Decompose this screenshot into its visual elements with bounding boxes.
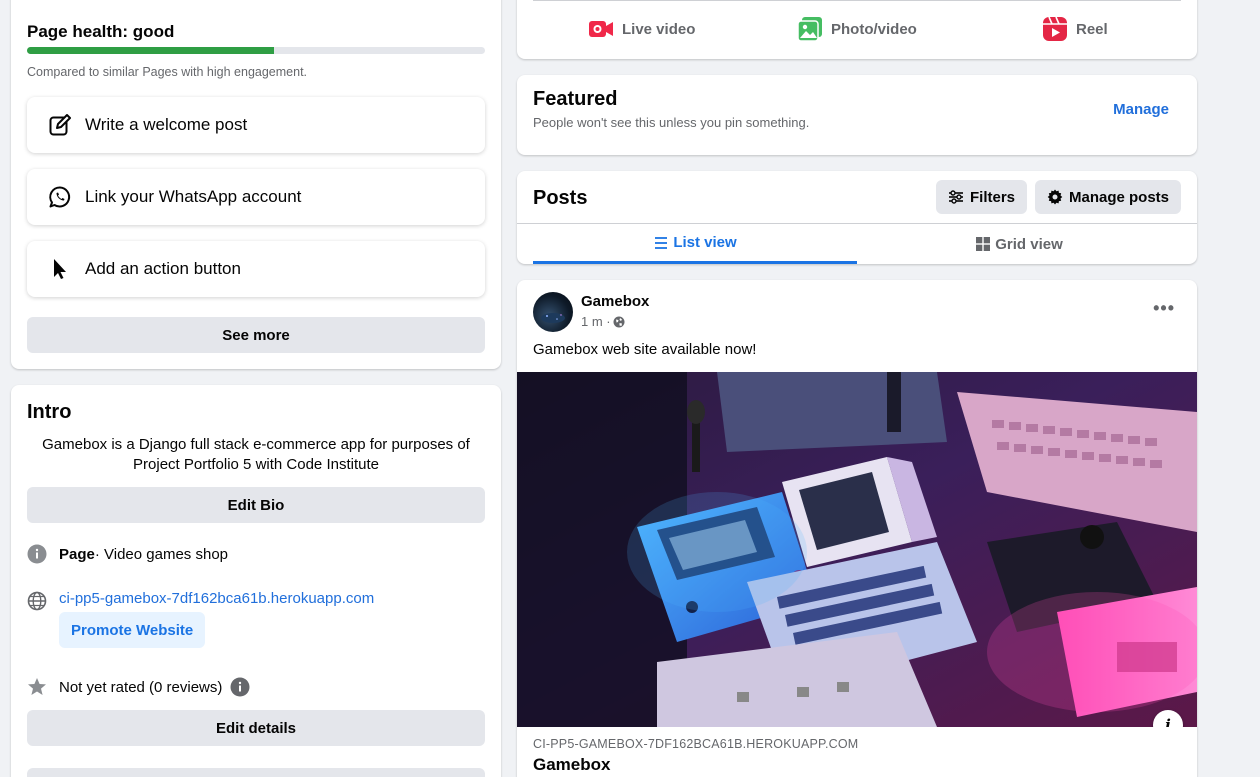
- featured-card: Featured People won't see this unless yo…: [517, 75, 1197, 155]
- post-meta: 1 m ·: [581, 314, 625, 329]
- link-title[interactable]: Gamebox: [533, 755, 610, 775]
- list-icon: [653, 235, 669, 251]
- composer-card: Live video Photo/video Reel: [517, 0, 1197, 59]
- reel-button[interactable]: Reel: [1042, 14, 1108, 44]
- page-category-row: Page · Video games shop: [27, 544, 228, 564]
- live-video-icon: [588, 16, 614, 42]
- post-time[interactable]: 1 m ·: [581, 314, 611, 329]
- promote-website-button[interactable]: Promote Website: [59, 612, 206, 648]
- photo-video-icon: [797, 16, 823, 42]
- rating-text: Not yet rated (0 reviews): [59, 678, 223, 696]
- posts-header-card: Posts Filters Manage posts List view Gri…: [517, 171, 1197, 264]
- live-video-label: Live video: [622, 20, 696, 38]
- star-icon: [27, 677, 47, 697]
- reel-icon: [1042, 16, 1068, 42]
- page-type-label: Page: [59, 545, 95, 563]
- page-health-title: Page health: good: [27, 22, 175, 41]
- manage-posts-label: Manage posts: [1069, 188, 1170, 206]
- more-options-icon[interactable]: •••: [1153, 298, 1175, 319]
- task-add-action-button[interactable]: Add an action button: [27, 241, 485, 297]
- page-health-note: Compared to similar Pages with high enga…: [27, 65, 308, 79]
- tab-list-view[interactable]: List view: [533, 224, 857, 264]
- post-text: Gamebox web site available now!: [533, 341, 757, 358]
- filters-button[interactable]: Filters: [936, 180, 1028, 214]
- globe-privacy-icon: [613, 316, 625, 328]
- tab-grid-view[interactable]: Grid view: [857, 224, 1181, 264]
- globe-icon: [27, 591, 47, 611]
- intro-title: Intro: [27, 401, 72, 423]
- page-health-fill: [27, 47, 275, 54]
- posts-title: Posts: [533, 187, 588, 209]
- page-category: · Video games shop: [94, 545, 228, 563]
- avatar[interactable]: [533, 292, 573, 332]
- filters-label: Filters: [970, 188, 1016, 206]
- website-link[interactable]: ci-pp5-gamebox-7df162bca61b.herokuapp.co…: [59, 590, 374, 607]
- list-view-label: List view: [673, 234, 737, 251]
- see-more-button[interactable]: See more: [27, 317, 485, 353]
- intro-bio: Gamebox is a Django full stack e-commerc…: [42, 436, 470, 473]
- filters-icon: [948, 189, 964, 205]
- photo-video-label: Photo/video: [831, 20, 917, 38]
- rating-row: Not yet rated (0 reviews): [27, 677, 250, 697]
- task-write-welcome-post[interactable]: Write a welcome post: [27, 97, 485, 153]
- next-intro-button[interactable]: [27, 768, 485, 777]
- cursor-icon: [47, 256, 73, 282]
- website-row: ci-pp5-gamebox-7df162bca61b.herokuapp.co…: [27, 585, 374, 611]
- featured-subtitle: People won't see this unless you pin som…: [533, 115, 810, 130]
- rating-info-icon[interactable]: [230, 677, 250, 697]
- live-video-button[interactable]: Live video: [588, 14, 695, 44]
- grid-icon: [975, 236, 991, 252]
- manage-posts-button[interactable]: Manage posts: [1035, 180, 1182, 214]
- task-label: Link your WhatsApp account: [85, 187, 302, 206]
- grid-view-label: Grid view: [995, 235, 1063, 253]
- page-setup-card: Page health: good Compared to similar Pa…: [11, 0, 501, 369]
- edit-icon: [47, 112, 73, 138]
- post-author[interactable]: Gamebox: [581, 293, 649, 310]
- whatsapp-icon: [47, 184, 73, 210]
- featured-title: Featured: [533, 88, 618, 110]
- post-image[interactable]: i: [517, 372, 1197, 727]
- gear-icon: [1047, 189, 1063, 205]
- info-icon: [27, 544, 47, 564]
- intro-card: Intro Gamebox is a Django full stack e-c…: [11, 385, 501, 777]
- page-health-bar: [27, 47, 485, 54]
- task-label: Add an action button: [85, 259, 241, 278]
- edit-bio-button[interactable]: Edit Bio: [27, 487, 485, 523]
- task-label: Write a welcome post: [85, 115, 248, 134]
- reel-label: Reel: [1076, 20, 1108, 38]
- task-link-whatsapp[interactable]: Link your WhatsApp account: [27, 169, 485, 225]
- edit-details-button[interactable]: Edit details: [27, 710, 485, 746]
- featured-manage-link[interactable]: Manage: [1113, 101, 1169, 118]
- composer-divider: [533, 0, 1181, 1]
- post-card: Gamebox 1 m · ••• Gamebox web site avail…: [517, 280, 1197, 777]
- link-domain: CI-PP5-GAMEBOX-7DF162BCA61B.HEROKUAPP.CO…: [533, 737, 859, 751]
- photo-video-button[interactable]: Photo/video: [797, 14, 917, 44]
